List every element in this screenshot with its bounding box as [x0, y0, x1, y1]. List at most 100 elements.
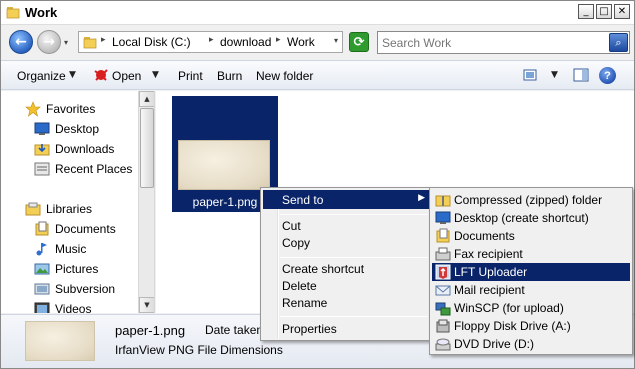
refresh-icon: ⟳ [353, 34, 365, 50]
open-app-icon [94, 69, 108, 81]
nav-item-label: Downloads [55, 142, 115, 156]
menu-item-send-to[interactable]: Send to ▶ [263, 190, 429, 209]
menu-separator [280, 214, 428, 215]
send-to-mail-recipient[interactable]: Mail recipient [432, 281, 630, 299]
send-to-documents[interactable]: Documents [432, 227, 630, 245]
search-button[interactable]: ⌕ [609, 33, 628, 52]
explorer-window: Work _ □ ✕ ← → ▾ ▸ Local Disk (C:) ▸ dow… [0, 0, 635, 369]
scroll-down-arrow[interactable]: ▼ [139, 297, 154, 313]
organize-button[interactable]: Organize [17, 69, 66, 83]
videos-icon [34, 302, 50, 313]
print-button[interactable]: Print [178, 69, 203, 83]
search-box[interactable]: ⌕ [377, 31, 630, 54]
views-dropdown-arrow[interactable]: ▼ [551, 70, 558, 80]
window-title: Work [25, 5, 58, 20]
preview-pane-icon[interactable] [573, 67, 589, 83]
burn-button[interactable]: Burn [217, 69, 242, 83]
forward-button[interactable]: → [37, 30, 61, 54]
send-to-submenu: Compressed (zipped) folder Desktop (crea… [429, 187, 633, 355]
nav-item-documents[interactable]: Documents [34, 220, 116, 238]
submenu-arrow-icon: ▶ [418, 193, 425, 203]
music-icon [36, 243, 47, 256]
nav-item-label: Recent Places [55, 162, 133, 176]
documents-icon [35, 221, 49, 236]
maximize-button[interactable]: □ [596, 4, 612, 19]
details-date-label: Date taken [205, 323, 264, 337]
views-icon[interactable] [523, 67, 539, 83]
nav-item-recent-places[interactable]: Recent Places [34, 160, 132, 178]
send-to-desktop[interactable]: Desktop (create shortcut) [432, 209, 630, 227]
address-box[interactable]: ▸ Local Disk (C:) ▸ download ▸ Work ▾ [78, 31, 343, 53]
breadcrumb-local-disk[interactable]: Local Disk (C:) [112, 35, 191, 49]
minimize-button[interactable]: _ [578, 4, 594, 19]
menu-separator [280, 257, 428, 258]
winscp-icon [435, 302, 451, 316]
nav-item-music[interactable]: Music [34, 240, 86, 258]
nav-item-subversion[interactable]: Subversion [34, 280, 115, 298]
recent-places-icon [34, 162, 50, 176]
organize-dropdown-arrow[interactable]: ▼ [69, 70, 76, 80]
documents-icon [436, 228, 450, 243]
menu-item-copy[interactable]: Copy [263, 233, 429, 252]
nav-item-downloads[interactable]: Downloads [34, 140, 114, 158]
address-dropdown[interactable]: ▾ [334, 36, 338, 45]
nav-item-label: Pictures [55, 262, 99, 276]
nav-libraries-label: Libraries [46, 202, 93, 216]
search-icon: ⌕ [615, 35, 622, 49]
menu-separator [280, 316, 428, 317]
new-folder-button[interactable]: New folder [256, 69, 313, 83]
back-arrow-icon: ← [15, 34, 27, 50]
breadcrumb-download[interactable]: download [220, 35, 271, 49]
floppy-icon [436, 319, 450, 333]
open-button[interactable]: Open [112, 69, 141, 83]
search-input[interactable] [382, 34, 602, 51]
mail-icon [435, 285, 451, 296]
menu-item-rename[interactable]: Rename [263, 293, 429, 312]
details-file-name: paper-1.png [115, 323, 186, 338]
help-icon[interactable]: ? [599, 67, 616, 84]
nav-libraries[interactable]: Libraries [25, 200, 92, 218]
send-to-compressed-folder[interactable]: Compressed (zipped) folder [432, 191, 630, 209]
nav-item-videos[interactable]: Videos [34, 300, 91, 313]
uploader-icon [435, 264, 451, 280]
nav-item-desktop[interactable]: Desktop [34, 120, 99, 138]
command-bar: Organize ▼ Open ▼ Print Burn New folder … [1, 60, 634, 90]
scrollbar-thumb[interactable] [140, 108, 154, 188]
folder-icon [83, 37, 97, 49]
send-to-fax-recipient[interactable]: Fax recipient [432, 245, 630, 263]
nav-pane-scrollbar[interactable]: ▲ ▼ [138, 91, 154, 313]
scroll-up-arrow[interactable]: ▲ [139, 91, 154, 107]
dvd-icon [435, 338, 451, 351]
nav-item-label: Videos [55, 302, 92, 313]
folder-icon [6, 7, 20, 19]
context-menu: Send to ▶ Cut Copy Create shortcut Delet… [260, 187, 432, 341]
breadcrumb-separator[interactable]: ▸ [209, 35, 214, 45]
breadcrumb-separator[interactable]: ▸ [101, 35, 106, 45]
forward-arrow-icon: → [43, 34, 55, 50]
menu-item-properties[interactable]: Properties [263, 319, 429, 338]
desktop-icon [435, 211, 451, 224]
libraries-icon [25, 202, 41, 216]
subversion-library-icon [34, 283, 50, 295]
nav-favorites[interactable]: Favorites [25, 100, 95, 118]
refresh-button[interactable]: ⟳ [349, 32, 369, 52]
breadcrumb-separator[interactable]: ▸ [276, 35, 281, 45]
send-to-lft-uploader[interactable]: LFT Uploader [432, 263, 630, 281]
send-to-dvd-drive[interactable]: DVD Drive (D:) [432, 335, 630, 353]
title-bar: Work _ □ ✕ [1, 1, 634, 25]
send-to-floppy-drive[interactable]: Floppy Disk Drive (A:) [432, 317, 630, 335]
nav-item-label: Subversion [55, 282, 116, 296]
close-button[interactable]: ✕ [614, 4, 630, 19]
back-button[interactable]: ← [9, 30, 33, 54]
breadcrumb-work[interactable]: Work [287, 35, 315, 49]
nav-favorites-label: Favorites [46, 102, 96, 116]
fax-icon [435, 247, 451, 261]
send-to-winscp[interactable]: WinSCP (for upload) [432, 299, 630, 317]
nav-item-pictures[interactable]: Pictures [34, 260, 98, 278]
open-dropdown-arrow[interactable]: ▼ [152, 70, 159, 80]
nav-item-label: Documents [55, 222, 116, 236]
pictures-icon [34, 263, 50, 275]
star-icon [25, 101, 41, 117]
file-thumbnail [178, 140, 270, 190]
recent-pages-dropdown[interactable]: ▾ [64, 38, 68, 47]
